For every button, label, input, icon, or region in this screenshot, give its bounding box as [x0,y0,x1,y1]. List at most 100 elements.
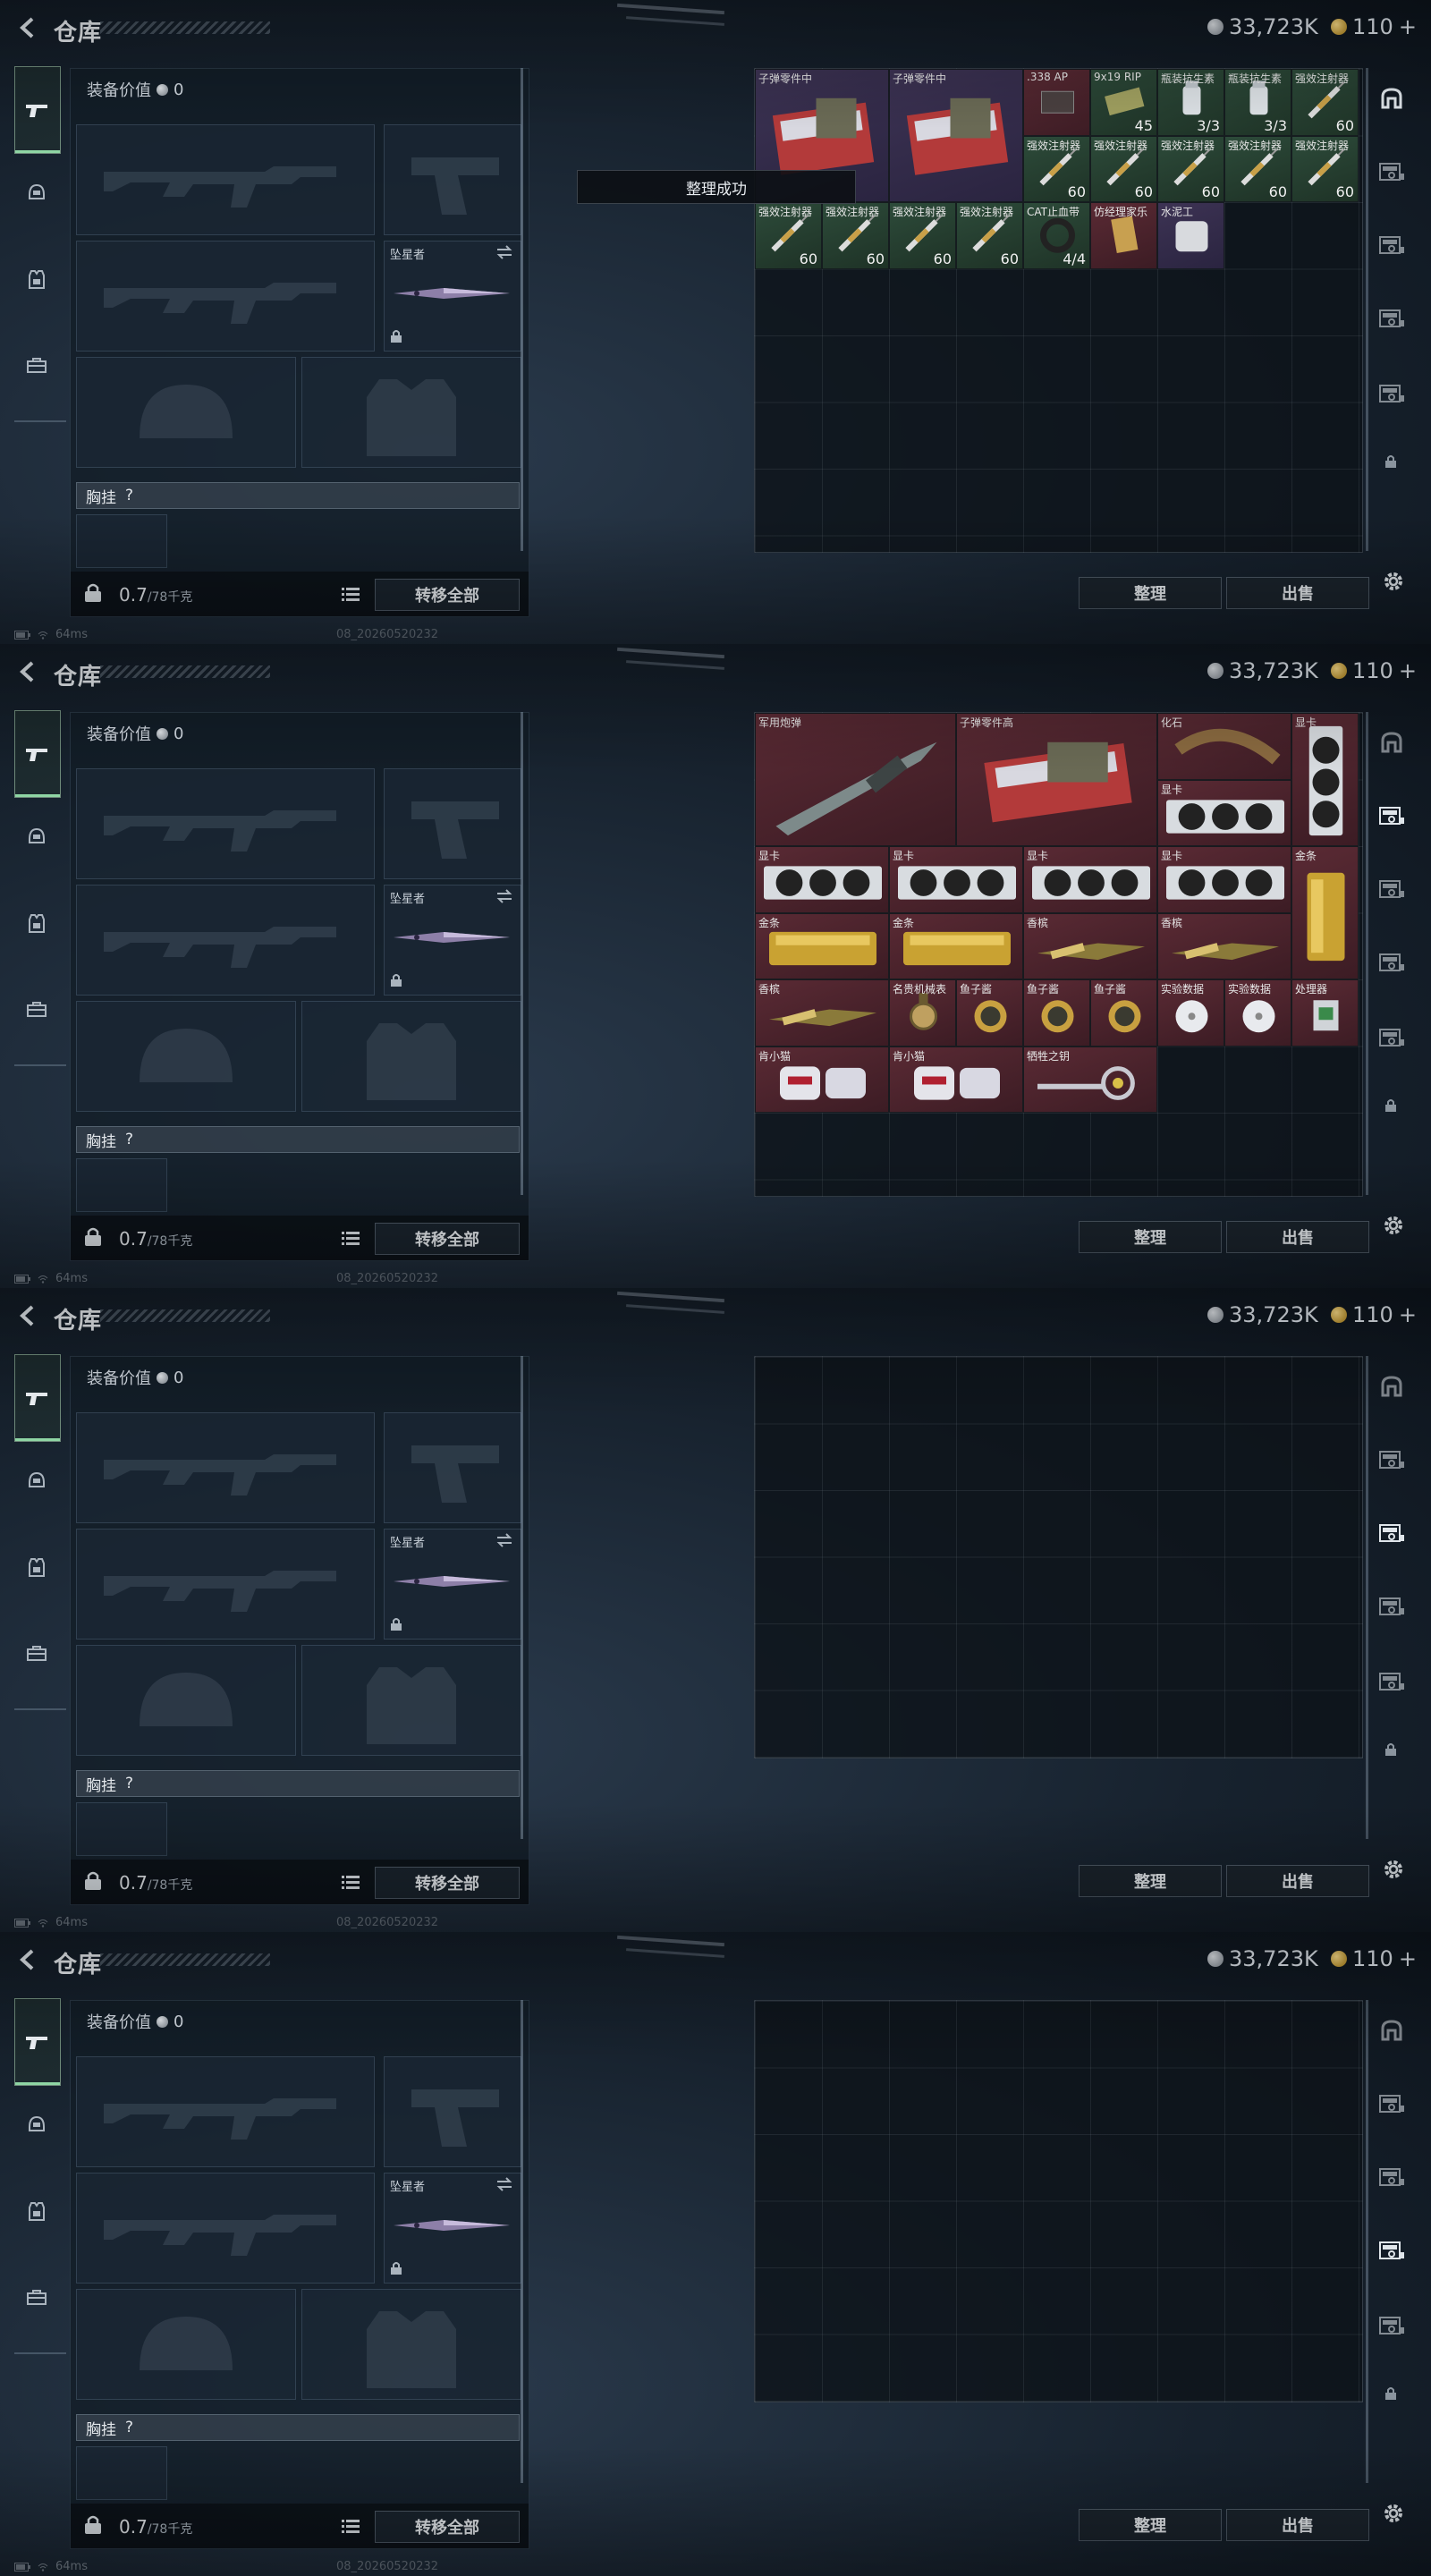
storage-grid[interactable]: 军用炮弹 子弹零件高 化石 显卡 显卡 显卡 显卡 显卡 显卡 金条 金条 金条 香槟 香槟 香槟 名贵机械表… [754,712,1363,1197]
primary-weapon-slot[interactable] [76,2056,375,2167]
storage-item[interactable]: 军用炮弹 [755,713,956,846]
pistol-slot[interactable] [384,1412,521,1523]
storage-item[interactable]: 香槟 [1157,912,1291,979]
storage-item[interactable]: 处理器 [1291,979,1359,1046]
tab-weapons[interactable] [14,710,61,798]
add-gold-button[interactable]: + [1399,1302,1417,1327]
storage-scrollbar[interactable] [1366,712,1368,1195]
chest-rig-slot[interactable] [76,2446,167,2500]
chest-rig-header[interactable]: 胸挂 ? [76,482,520,509]
equipment-scrollbar[interactable] [521,68,523,551]
storage-item[interactable]: 显卡 [755,846,889,913]
storage-item[interactable]: 强效注射器 60 [1023,135,1090,202]
back-button[interactable] [13,657,43,687]
sell-button[interactable]: 出售 [1226,2509,1369,2541]
tab-backpack[interactable] [14,343,59,386]
list-view-button[interactable] [339,2514,362,2538]
back-button[interactable] [13,1301,43,1331]
tab-storage-4[interactable] [1374,301,1410,336]
storage-item[interactable]: 强效注射器 60 [889,202,956,269]
add-gold-button[interactable]: + [1399,658,1417,683]
storage-grid[interactable]: 子弹零件中 子弹零件中 .338 AP 9x19 RIP 45 瓶装抗生素 3/3 瓶装抗生素… [754,68,1363,553]
storage-item[interactable]: 水泥工 [1157,202,1224,269]
tab-storage-3[interactable] [1374,1515,1410,1551]
tab-storage-4[interactable] [1374,945,1410,980]
organize-button[interactable]: 整理 [1079,1221,1222,1253]
storage-scrollbar[interactable] [1366,2000,1368,2483]
storage-item[interactable]: 强效注射器 60 [956,202,1023,269]
primary-weapon-slot[interactable] [76,1412,375,1523]
armor-slot[interactable] [301,2289,521,2400]
tab-rig[interactable] [14,902,59,945]
tab-backpack[interactable] [14,987,59,1030]
transfer-all-button[interactable]: 转移全部 [375,1867,520,1899]
tab-storage-5[interactable] [1374,376,1410,411]
melee-slot[interactable]: 坠星者 [384,241,521,352]
storage-item[interactable]: 金条 [889,912,1023,979]
tab-backpack[interactable] [14,2275,59,2318]
pistol-slot[interactable] [384,2056,521,2167]
tab-backpack[interactable] [14,1631,59,1674]
chest-rig-header[interactable]: 胸挂 ? [76,2414,520,2441]
storage-item[interactable]: 仿经理家乐 [1090,202,1157,269]
storage-item[interactable]: 显卡 [1157,846,1291,913]
storage-item[interactable]: 金条 [755,912,889,979]
tab-armor[interactable] [14,172,59,215]
secondary-weapon-slot[interactable] [76,885,375,996]
chest-rig-slot[interactable] [76,1802,167,1856]
tab-armor[interactable] [14,1460,59,1503]
tab-storage-main[interactable] [1374,1368,1410,1404]
primary-weapon-slot[interactable] [76,768,375,879]
help-icon[interactable]: ? [125,1131,133,1148]
gold-currency[interactable]: 110 + [1331,1946,1417,1971]
helmet-slot[interactable] [76,1001,296,1112]
storage-item[interactable]: 香槟 [755,979,889,1046]
storage-item[interactable]: 强效注射器 60 [1291,135,1359,202]
sell-button[interactable]: 出售 [1226,577,1369,609]
melee-slot[interactable]: 坠星者 [384,1529,521,1640]
storage-scrollbar[interactable] [1366,68,1368,551]
tab-storage-main[interactable] [1374,724,1410,760]
tab-storage-3[interactable] [1374,227,1410,263]
storage-item[interactable]: 名贵机械表 [889,979,956,1046]
equipment-scrollbar[interactable] [521,1356,523,1839]
pistol-slot[interactable] [384,124,521,235]
storage-item[interactable]: 鱼子酱 [1023,979,1090,1046]
melee-slot[interactable]: 坠星者 [384,2173,521,2284]
melee-slot[interactable]: 坠星者 [384,885,521,996]
storage-item[interactable]: 强效注射器 60 [822,202,889,269]
back-button[interactable] [13,1945,43,1975]
primary-weapon-slot[interactable] [76,124,375,235]
sell-button[interactable]: 出售 [1226,1865,1369,1897]
storage-item[interactable]: 强效注射器 60 [1291,69,1359,136]
swap-icon[interactable] [495,889,513,907]
tab-storage-5[interactable] [1374,1020,1410,1055]
list-view-button[interactable] [339,1870,362,1894]
storage-item[interactable]: 肯小猫 [755,1046,889,1113]
storage-grid[interactable] [754,2000,1363,2402]
storage-item[interactable]: 香槟 [1023,912,1157,979]
tab-armor[interactable] [14,816,59,859]
chest-rig-header[interactable]: 胸挂 ? [76,1126,520,1153]
tab-storage-5[interactable] [1374,2308,1410,2343]
tab-storage-2[interactable] [1374,2086,1410,2122]
settings-button[interactable] [1377,565,1410,597]
list-view-button[interactable] [339,1226,362,1250]
gold-currency[interactable]: 110 + [1331,1302,1417,1327]
add-gold-button[interactable]: + [1399,14,1417,39]
chest-rig-slot[interactable] [76,1158,167,1212]
equipment-scrollbar[interactable] [521,2000,523,2483]
equipment-scrollbar[interactable] [521,712,523,1195]
list-view-button[interactable] [339,582,362,606]
organize-button[interactable]: 整理 [1079,2509,1222,2541]
sell-button[interactable]: 出售 [1226,1221,1369,1253]
storage-item[interactable]: 实验数据 [1224,979,1291,1046]
helmet-slot[interactable] [76,2289,296,2400]
swap-icon[interactable] [495,245,513,263]
swap-icon[interactable] [495,1533,513,1551]
helmet-slot[interactable] [76,357,296,468]
storage-item[interactable]: 强效注射器 60 [1157,135,1224,202]
storage-item[interactable]: 显卡 [1157,779,1291,846]
storage-item[interactable]: 显卡 [889,846,1023,913]
storage-item[interactable]: 瓶装抗生素 3/3 [1157,69,1224,136]
